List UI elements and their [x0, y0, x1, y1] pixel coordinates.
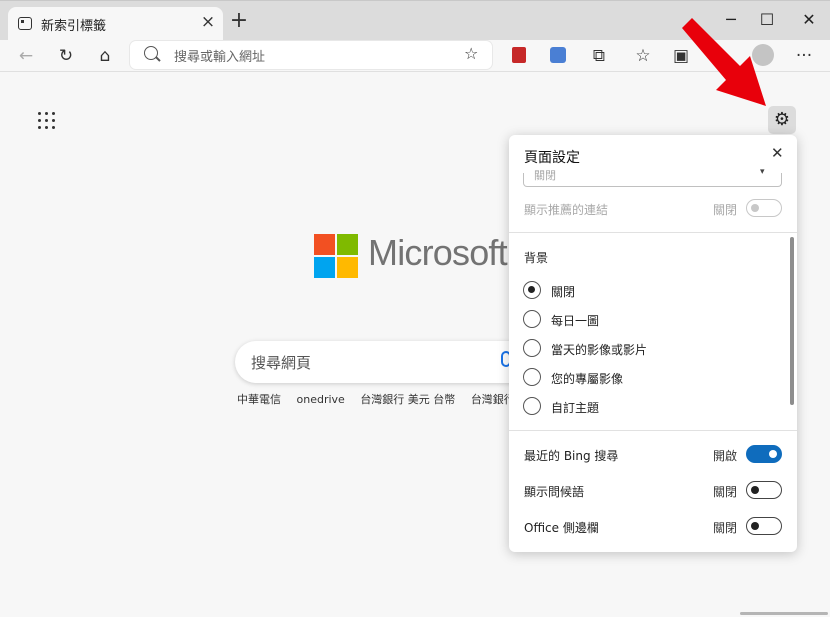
show-links-label: 顯示推薦的連結: [524, 203, 609, 217]
layout-select[interactable]: 關閉 ▾: [523, 167, 782, 187]
show-links-toggle[interactable]: [746, 199, 782, 217]
quick-links: 中華電信 onedrive 台灣銀行 美元 台幣 台灣銀行美元: [237, 391, 549, 407]
background-section-title: 背景: [524, 251, 549, 265]
new-tab-button[interactable]: +: [228, 10, 250, 32]
extension-red-icon[interactable]: [512, 47, 526, 63]
tab-close-icon[interactable]: ×: [200, 13, 216, 31]
panel-title: 頁面設定: [524, 150, 580, 166]
web-search-box[interactable]: 搜尋網頁: [235, 341, 535, 383]
close-window-button[interactable]: ✕: [794, 9, 824, 31]
panel-scrollbar[interactable]: [790, 237, 794, 405]
background-option-label: 您的專屬影像: [551, 372, 624, 386]
tab-title: 新索引標籤: [41, 19, 107, 34]
apps-launcher-icon[interactable]: [38, 112, 56, 130]
quick-link[interactable]: 台灣銀行 美元 台幣: [360, 393, 455, 406]
office-sidebar-toggle[interactable]: [746, 517, 782, 535]
more-menu-icon[interactable]: ···: [791, 43, 817, 69]
background-radio-theme[interactable]: [523, 397, 541, 415]
new-tab-page-icon: [18, 17, 32, 30]
search-icon: [144, 46, 158, 60]
quick-link[interactable]: onedrive: [297, 393, 345, 406]
office-sidebar-state: 關閉: [713, 521, 738, 535]
layout-select-value: 關閉: [534, 169, 556, 182]
background-radio-daily[interactable]: [523, 310, 541, 328]
bing-recent-state: 開啟: [713, 449, 738, 463]
address-bar[interactable]: 搜尋或輸入網址 ☆: [130, 41, 492, 69]
home-button[interactable]: ⌂: [92, 43, 118, 69]
office-sidebar-label: Office 側邊欄: [524, 521, 599, 535]
page-settings-panel: 頁面設定 ✕ 關閉 ▾ 顯示推薦的連結 關閉 背景 關閉 每日一圖 當天的影像或…: [509, 135, 797, 552]
background-radio-custom-image[interactable]: [523, 368, 541, 386]
tab-new-tab[interactable]: 新索引標籤 ×: [8, 7, 223, 41]
quick-link[interactable]: 中華電信: [237, 393, 281, 406]
panel-close-icon[interactable]: ✕: [771, 144, 784, 162]
divider: [509, 232, 797, 233]
chevron-down-icon: ▾: [760, 167, 765, 177]
background-option-label: 每日一圖: [551, 314, 600, 328]
bing-recent-label: 最近的 Bing 搜尋: [524, 449, 619, 463]
bing-recent-toggle[interactable]: [746, 445, 782, 463]
web-search-placeholder: 搜尋網頁: [251, 354, 312, 372]
translate-extension-icon[interactable]: [550, 47, 566, 63]
add-favorite-icon[interactable]: ☆: [464, 44, 478, 63]
red-arrow-annotation: [682, 18, 766, 106]
address-placeholder: 搜尋或輸入網址: [174, 50, 266, 65]
background-option-label: 當天的影像或影片: [551, 343, 648, 357]
greeting-toggle[interactable]: [746, 481, 782, 499]
microsoft-logo: [314, 234, 358, 278]
show-links-state: 關閉: [713, 203, 738, 217]
microsoft-wordmark: Microsoft: [368, 232, 508, 273]
background-radio-video[interactable]: [523, 339, 541, 357]
greeting-label: 顯示問候語: [524, 485, 585, 499]
greeting-state: 關閉: [713, 485, 738, 499]
refresh-button[interactable]: ↻: [53, 43, 79, 69]
background-option-label: 自訂主題: [551, 401, 600, 415]
back-button[interactable]: ←: [13, 43, 39, 69]
background-option-label: 關閉: [551, 285, 576, 299]
horizontal-scrollbar[interactable]: [740, 612, 828, 615]
background-radio-off[interactable]: [523, 281, 541, 299]
favorites-icon[interactable]: ☆: [630, 43, 656, 69]
extensions-icon[interactable]: ⧉: [586, 43, 612, 69]
divider: [509, 430, 797, 431]
